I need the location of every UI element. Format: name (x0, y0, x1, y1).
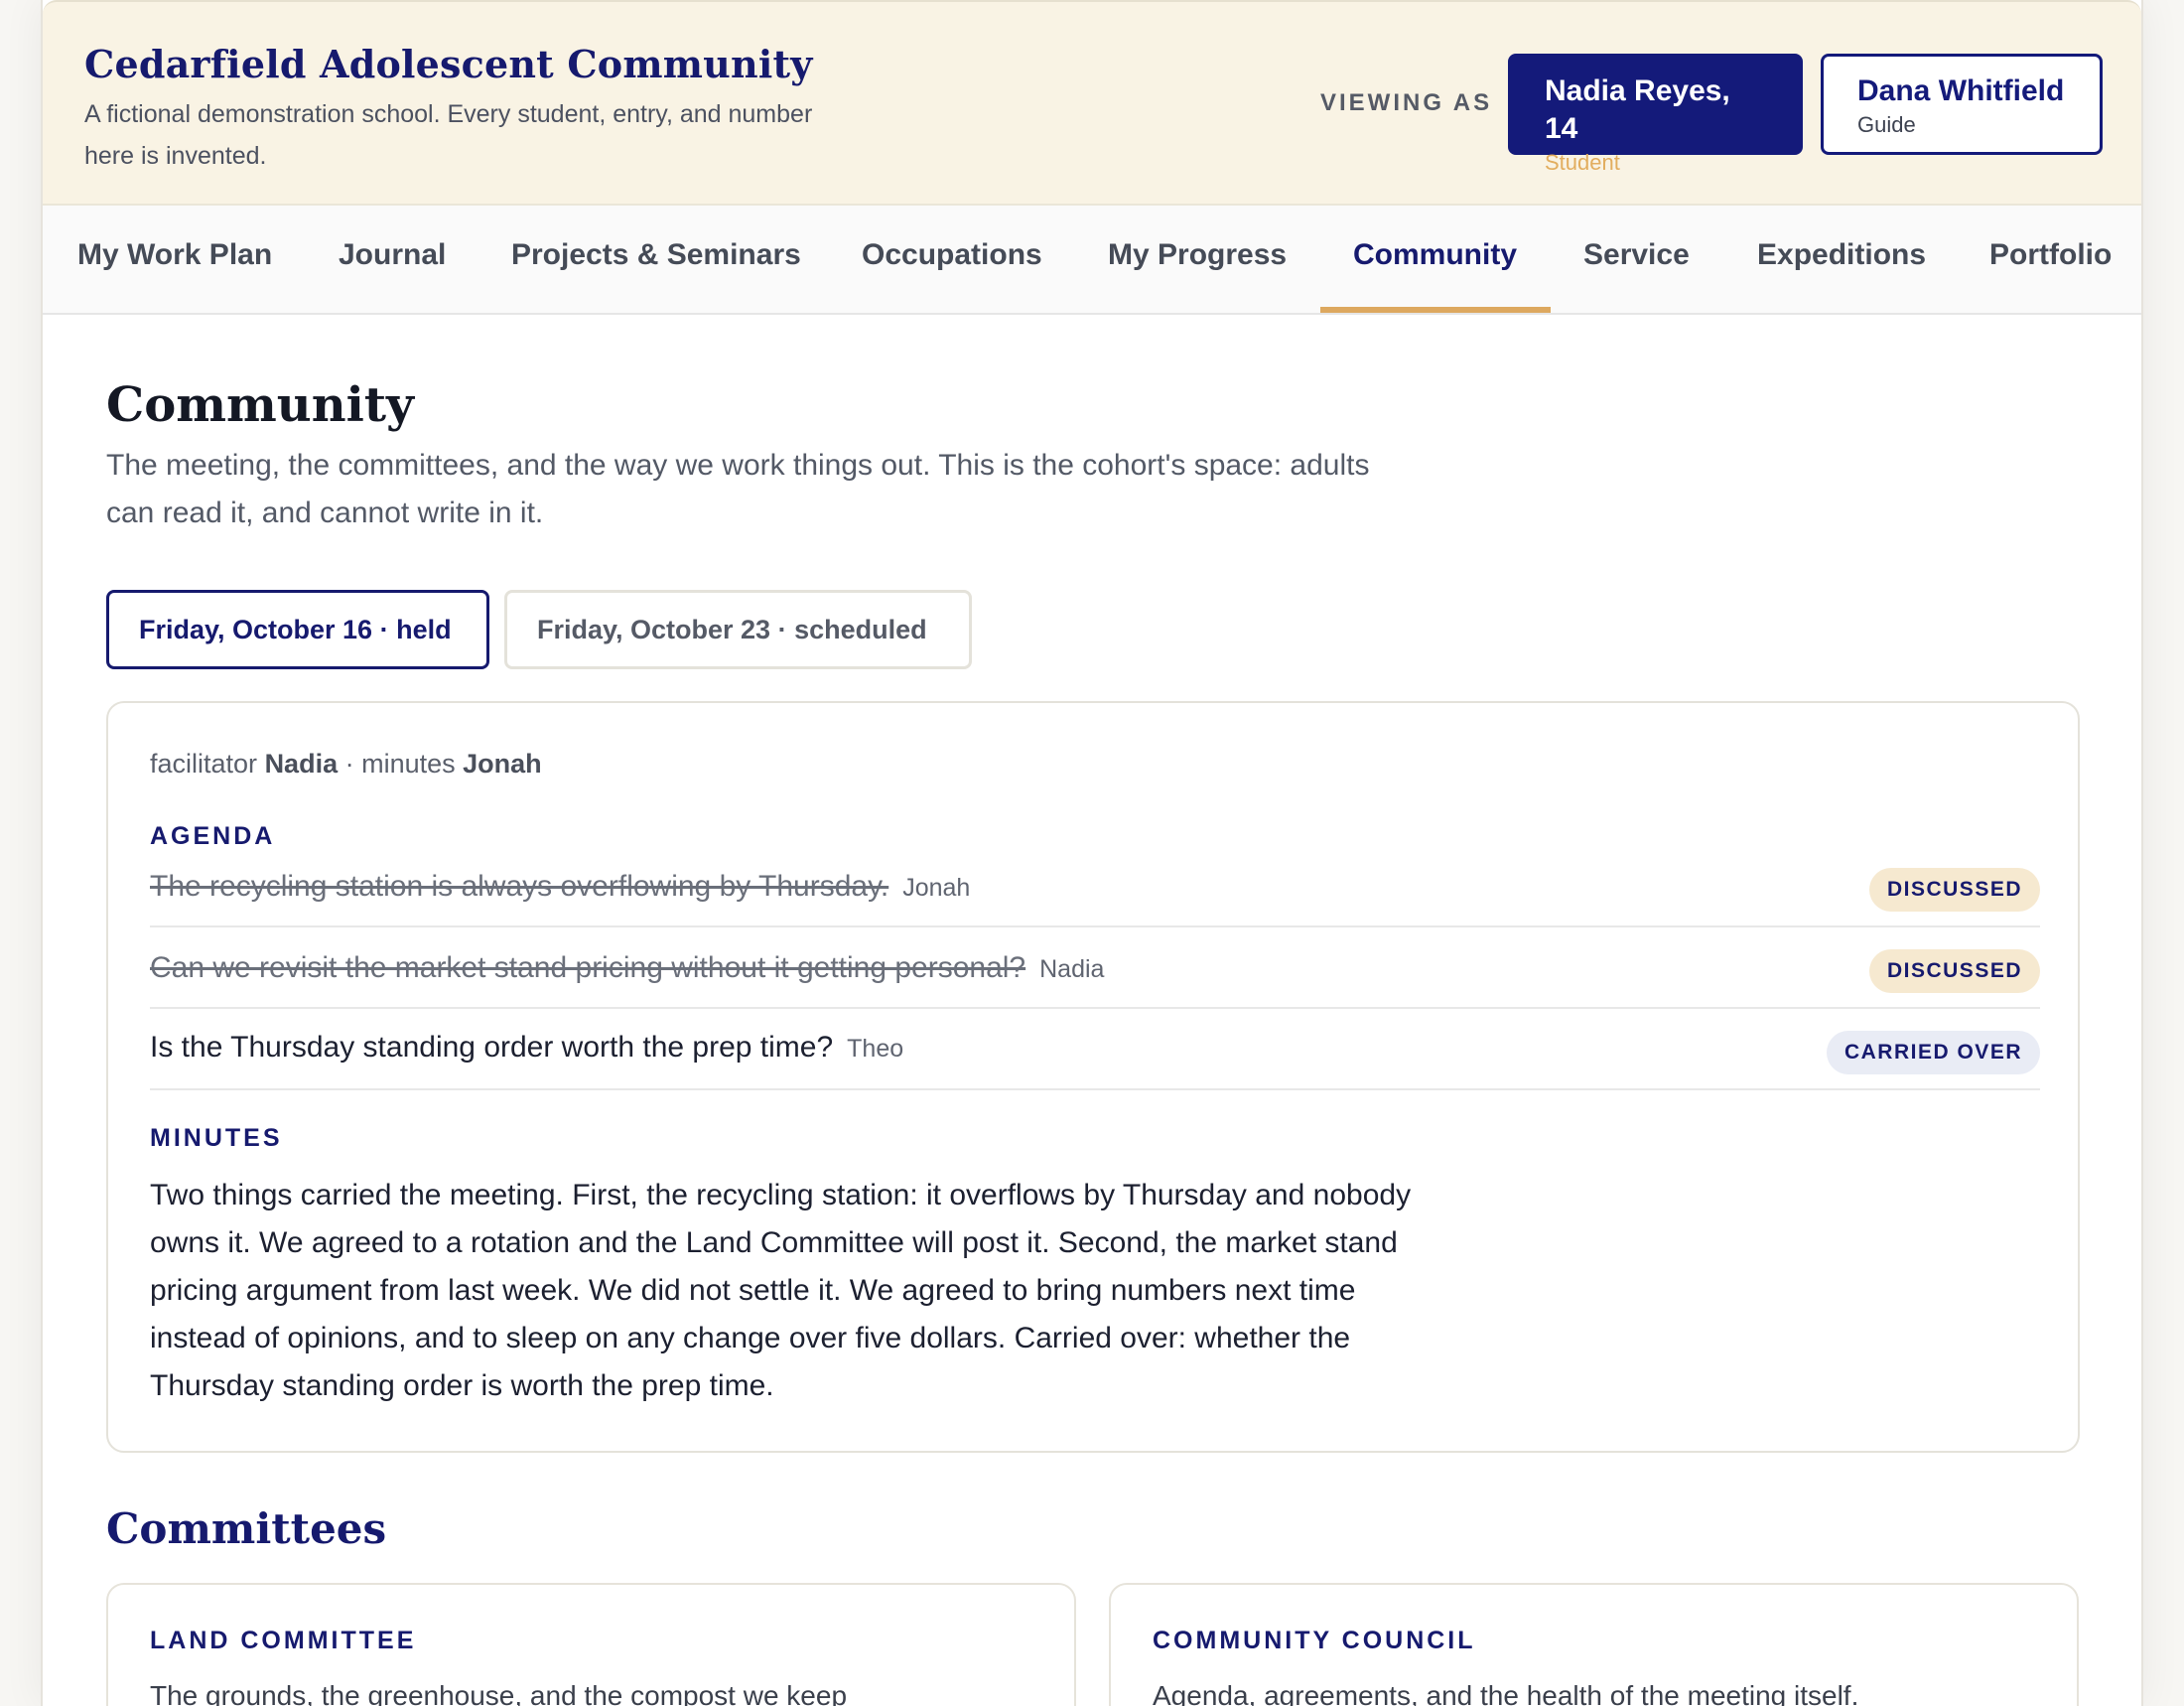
meeting-roles: facilitator Nadia · minutes Jonah (150, 749, 542, 780)
facilitator-name: Nadia (264, 749, 339, 779)
nav-community[interactable]: Community (1353, 206, 1517, 315)
minutes-body: Two things carried the meeting. First, t… (150, 1179, 1412, 1402)
committee-card-council[interactable]: COMMUNITY COUNCIL Agenda, agreements, an… (1109, 1583, 2079, 1706)
minutes-heading: MINUTES (150, 1124, 283, 1152)
committee-description: Agenda, agreements, and the health of th… (1153, 1680, 1859, 1706)
agenda-item-author: Jonah (902, 874, 971, 902)
agenda-item-text: Is the Thursday standing order worth the… (150, 1031, 903, 1065)
agenda-item-text: The recycling station is always overflow… (150, 870, 970, 904)
agenda-item-author: Nadia (1039, 955, 1105, 983)
main-nav: My Work Plan Journal Projects & Seminars… (43, 206, 2141, 315)
role-guide-button[interactable]: Dana Whitfield Guide (1821, 54, 2103, 155)
status-badge: DISCUSSED (1868, 949, 2040, 993)
role-type: Student (1545, 150, 1620, 175)
nav-my-progress[interactable]: My Progress (1108, 206, 1287, 315)
role-name: Dana Whitfield (1857, 74, 2065, 107)
viewing-as-label: VIEWING AS (1320, 89, 1493, 116)
role-student-button[interactable]: Nadia Reyes, 14 Student (1508, 54, 1803, 175)
status-badge: DISCUSSED (1868, 868, 2040, 912)
agenda-item-title: The recycling station is always overflow… (150, 870, 889, 903)
committee-description: The grounds, the greenhouse, and the com… (150, 1680, 848, 1706)
committees-heading: Committees (106, 1504, 387, 1553)
nav-occupations[interactable]: Occupations (862, 206, 1042, 315)
agenda-item-title: Is the Thursday standing order worth the… (150, 1031, 834, 1064)
meeting-card: facilitator Nadia · minutes Jonah AGENDA… (106, 701, 2080, 1453)
committee-card-land[interactable]: LAND COMMITTEE The grounds, the greenhou… (106, 1583, 1076, 1706)
nav-portfolio[interactable]: Portfolio (1989, 206, 2112, 315)
facilitator-label: facilitator (150, 749, 258, 779)
nav-projects-seminars[interactable]: Projects & Seminars (511, 206, 801, 315)
agenda-item: Can we revisit the market stand pricing … (150, 927, 2040, 1009)
minutes-taker-name: Jonah (463, 749, 542, 779)
nav-service[interactable]: Service (1583, 206, 1690, 315)
nav-my-work-plan[interactable]: My Work Plan (77, 206, 272, 315)
roles-separator: · (338, 749, 362, 779)
school-disclaimer: A fictional demonstration school. Every … (84, 100, 813, 170)
active-tab-indicator (1320, 307, 1551, 313)
status-badge: CARRIED OVER (1826, 1031, 2040, 1074)
site-header: Cedarfield Adolescent Community A fictio… (43, 0, 2141, 206)
school-name: Cedarfield Adolescent Community (84, 42, 813, 86)
nav-expeditions[interactable]: Expeditions (1757, 206, 1926, 315)
meeting-tab-oct-16[interactable]: Friday, October 16 · held (106, 590, 489, 669)
committee-name: LAND COMMITTEE (150, 1627, 417, 1654)
agenda-item: Is the Thursday standing order worth the… (150, 1009, 2040, 1090)
app-shell: Cedarfield Adolescent Community A fictio… (41, 0, 2143, 1706)
agenda-item-title: Can we revisit the market stand pricing … (150, 951, 1026, 984)
minutes-taker-label: minutes (361, 749, 456, 779)
page-title: Community (106, 377, 414, 433)
nav-journal[interactable]: Journal (339, 206, 446, 315)
agenda-item-text: Can we revisit the market stand pricing … (150, 951, 1104, 985)
agenda-item: The recycling station is always overflow… (150, 836, 2040, 927)
role-name: Nadia Reyes, 14 (1545, 74, 1730, 145)
page-description: The meeting, the committees, and the way… (106, 449, 1370, 529)
committee-name: COMMUNITY COUNCIL (1153, 1627, 1476, 1654)
agenda-item-author: Theo (847, 1035, 904, 1063)
meeting-tab-oct-23[interactable]: Friday, October 23 · scheduled (504, 590, 972, 669)
role-type: Guide (1857, 112, 1916, 137)
